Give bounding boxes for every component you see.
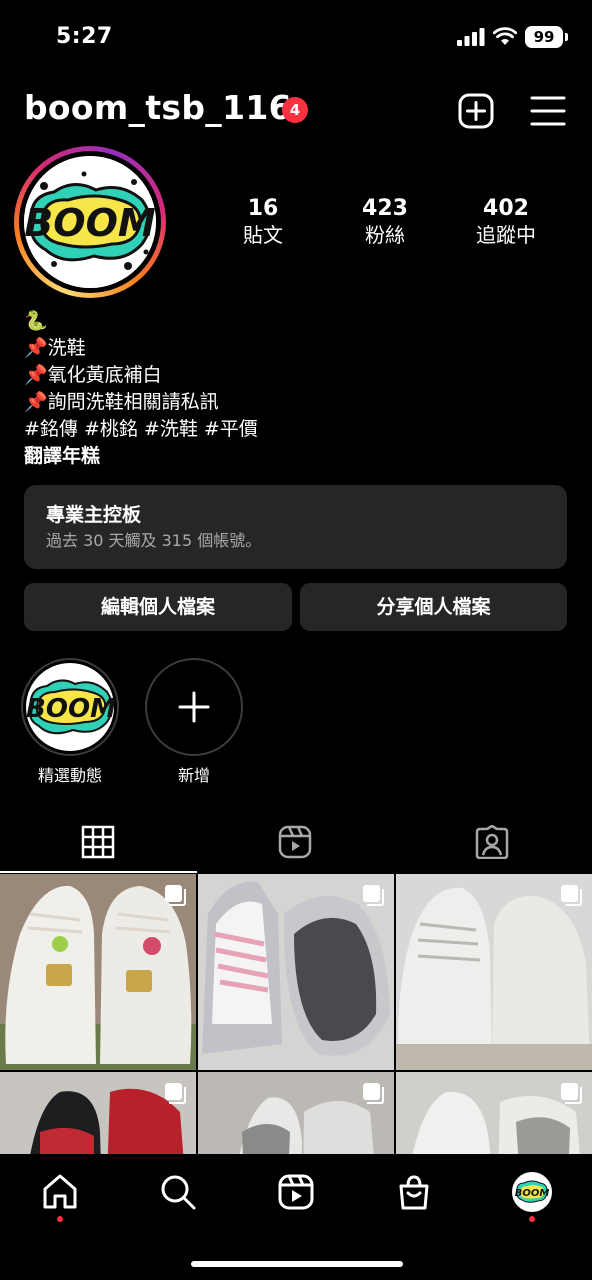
svg-text:BOOM: BOOM xyxy=(24,201,156,245)
highlight-label: 精選動態 xyxy=(37,766,102,785)
bottom-navigation: BOOM xyxy=(0,1154,592,1280)
following-count[interactable]: 402 追蹤中 xyxy=(451,196,561,248)
bio-line: 📌氧化黃底補白 xyxy=(24,364,162,386)
tab-reels[interactable] xyxy=(197,815,394,871)
highlight-label: 新增 xyxy=(177,766,210,785)
profile-tabs xyxy=(0,815,592,873)
professional-dashboard[interactable]: 專業主控板 過去 30 天觸及 315 個帳號。 xyxy=(24,485,567,569)
bio-line: 📌洗鞋 xyxy=(24,337,86,359)
svg-text:BOOM: BOOM xyxy=(26,694,116,724)
edit-profile-button[interactable]: 編輯個人檔案 xyxy=(24,583,292,631)
carousel-icon xyxy=(561,1083,582,1104)
post-thumbnail[interactable] xyxy=(396,874,592,1070)
profile-avatar[interactable]: BOOM xyxy=(14,146,166,298)
wifi-icon xyxy=(493,27,517,45)
post-thumbnail[interactable] xyxy=(396,1072,592,1154)
post-thumbnail[interactable] xyxy=(198,1072,394,1154)
new-highlight-circle xyxy=(145,658,243,756)
boom-logo: BOOM xyxy=(514,1174,550,1210)
username[interactable]: boom_tsb_116 xyxy=(24,88,292,127)
menu-icon[interactable] xyxy=(530,94,566,128)
post-thumbnail[interactable] xyxy=(0,874,196,1070)
profile-avatar-tab[interactable]: BOOM xyxy=(512,1172,552,1212)
notification-badge[interactable]: 4 xyxy=(282,97,308,123)
share-profile-button[interactable]: 分享個人檔案 xyxy=(300,583,567,631)
home-notification-dot xyxy=(57,1216,63,1222)
tab-posts-grid[interactable] xyxy=(0,815,197,873)
create-post-icon[interactable] xyxy=(458,93,494,129)
home-icon[interactable] xyxy=(40,1172,80,1212)
dashboard-title: 專業主控板 xyxy=(46,504,142,526)
post-thumbnail[interactable] xyxy=(0,1072,196,1154)
bio-line: 📌詢問洗鞋相關請私訊 xyxy=(24,391,219,413)
carousel-icon xyxy=(165,885,186,906)
highlight-new[interactable]: 新增 xyxy=(144,658,244,786)
search-icon[interactable] xyxy=(158,1172,198,1212)
bio-hashtags[interactable]: #銘傳 #桃銘 #洗鞋 #平價 xyxy=(24,416,564,443)
plus-icon xyxy=(178,691,210,723)
carousel-icon xyxy=(363,885,384,906)
dashboard-subtitle: 過去 30 天觸及 315 個帳號。 xyxy=(46,531,262,550)
highlight-featured[interactable]: BOOM 精選動態 xyxy=(20,658,120,786)
post-thumbnail[interactable] xyxy=(198,874,394,1070)
carousel-icon xyxy=(165,1083,186,1104)
bio-line: 🐍 xyxy=(24,310,48,332)
carousel-icon xyxy=(363,1083,384,1104)
tab-tagged[interactable] xyxy=(394,815,591,871)
carousel-icon xyxy=(561,885,582,906)
status-bar: 5:27 99 xyxy=(0,0,592,74)
profile-bio: 🐍 📌洗鞋 📌氧化黃底補白 📌詢問洗鞋相關請私訊 #銘傳 #桃銘 #洗鞋 #平價… xyxy=(24,308,564,470)
posts-count[interactable]: 16 貼文 xyxy=(208,196,318,248)
reels-icon[interactable] xyxy=(276,1172,316,1212)
profile-notification-dot xyxy=(529,1216,535,1222)
shop-icon[interactable] xyxy=(394,1172,434,1212)
translate-link[interactable]: 翻譯年糕 xyxy=(24,443,564,470)
followers-count[interactable]: 423 粉絲 xyxy=(330,196,440,248)
status-time: 5:27 xyxy=(56,24,113,49)
profile-header: boom_tsb_116 4 xyxy=(0,84,592,140)
tagged-person-icon xyxy=(475,825,509,859)
battery-indicator: 99 xyxy=(525,26,568,48)
cellular-signal-icon xyxy=(457,28,485,46)
svg-text:BOOM: BOOM xyxy=(515,1188,550,1199)
highlight-cover: BOOM xyxy=(21,658,119,756)
grid-icon xyxy=(81,825,115,859)
boom-logo: BOOM xyxy=(24,156,156,288)
home-indicator xyxy=(191,1261,403,1267)
reels-icon xyxy=(278,825,312,859)
posts-grid xyxy=(0,874,592,1154)
